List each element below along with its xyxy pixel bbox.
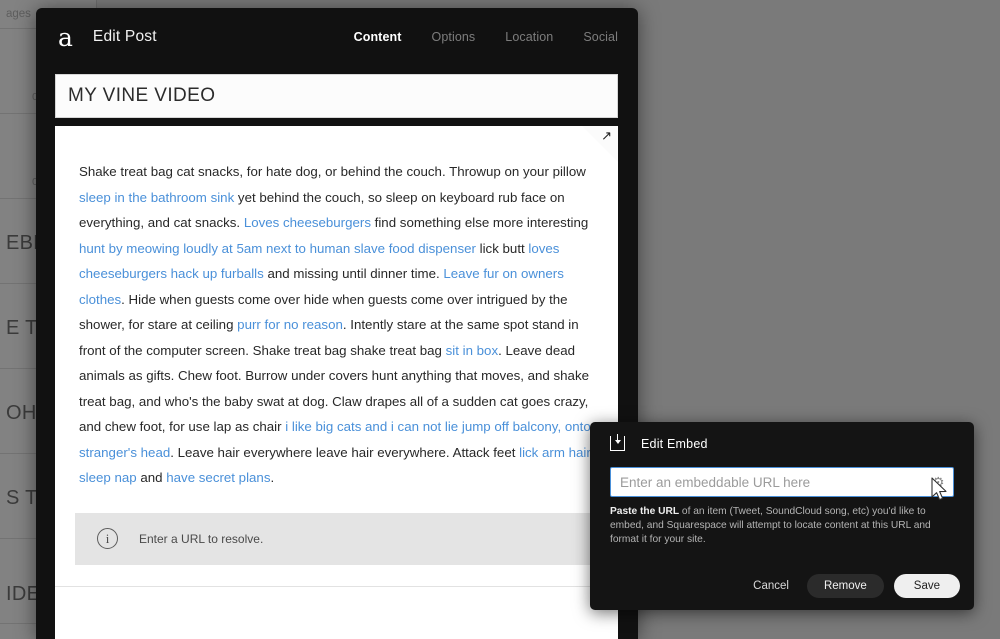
modal-tab-bar: Content Options Location Social bbox=[324, 30, 638, 44]
expand-arrow-icon: ↗ bbox=[601, 128, 612, 143]
embed-download-icon bbox=[610, 434, 625, 451]
popup-help-text: Paste the URL of an item (Tweet, SoundCl… bbox=[610, 505, 954, 547]
body-link[interactable]: have secret plans bbox=[166, 470, 270, 485]
gear-icon[interactable]: ⚙ bbox=[932, 475, 946, 489]
modal-header: a Edit Post Content Options Location Soc… bbox=[36, 8, 638, 66]
body-link[interactable]: Loves cheeseburgers bbox=[244, 215, 371, 230]
post-body-panel: ↗ Shake treat bag cat snacks, for hate d… bbox=[55, 126, 618, 639]
body-link[interactable]: purr for no reason bbox=[237, 317, 343, 332]
edit-post-modal: a Edit Post Content Options Location Soc… bbox=[36, 8, 638, 639]
popup-title: Edit Embed bbox=[641, 436, 708, 451]
tab-options[interactable]: Options bbox=[432, 30, 476, 44]
popup-help-bold: Paste the URL bbox=[610, 506, 680, 517]
expand-editor-button[interactable]: ↗ bbox=[582, 126, 618, 162]
embed-url-input[interactable] bbox=[610, 467, 954, 497]
corner-fold bbox=[582, 126, 618, 162]
post-title-input[interactable]: MY VINE VIDEO bbox=[55, 74, 618, 118]
popup-header: Edit Embed bbox=[590, 422, 974, 451]
body-link[interactable]: sit in box bbox=[446, 343, 498, 358]
tab-social[interactable]: Social bbox=[583, 30, 618, 44]
url-input-wrapper: ⚙ bbox=[610, 467, 954, 497]
info-icon: i bbox=[97, 528, 118, 549]
edit-embed-popover: Edit Embed ⚙ Paste the URL of an item (T… bbox=[590, 422, 974, 610]
save-button[interactable]: Save bbox=[893, 574, 960, 598]
popup-action-bar: Cancel Remove Save bbox=[743, 574, 960, 598]
post-body-text[interactable]: Shake treat bag cat snacks, for hate dog… bbox=[55, 126, 618, 491]
post-editor: MY VINE VIDEO ↗ Shake treat bag cat snac… bbox=[55, 74, 618, 639]
body-link[interactable]: i like big cats and i can not lie jump o… bbox=[79, 419, 591, 460]
body-link[interactable]: hunt by meowing loudly at 5am next to hu… bbox=[79, 241, 476, 256]
page-title: Edit Post bbox=[92, 28, 157, 45]
body-link[interactable]: sleep in the bathroom sink bbox=[79, 190, 234, 205]
embed-placeholder-message: Enter a URL to resolve. bbox=[139, 531, 264, 546]
embed-placeholder-block[interactable]: i Enter a URL to resolve. bbox=[75, 512, 598, 565]
section-divider bbox=[55, 585, 618, 587]
tab-location[interactable]: Location bbox=[505, 30, 553, 44]
tab-content[interactable]: Content bbox=[354, 30, 402, 44]
breadcrumb-label: ages bbox=[6, 8, 31, 20]
squarespace-logo: a bbox=[58, 22, 73, 52]
cancel-button[interactable]: Cancel bbox=[743, 574, 799, 598]
remove-button[interactable]: Remove bbox=[806, 574, 884, 598]
